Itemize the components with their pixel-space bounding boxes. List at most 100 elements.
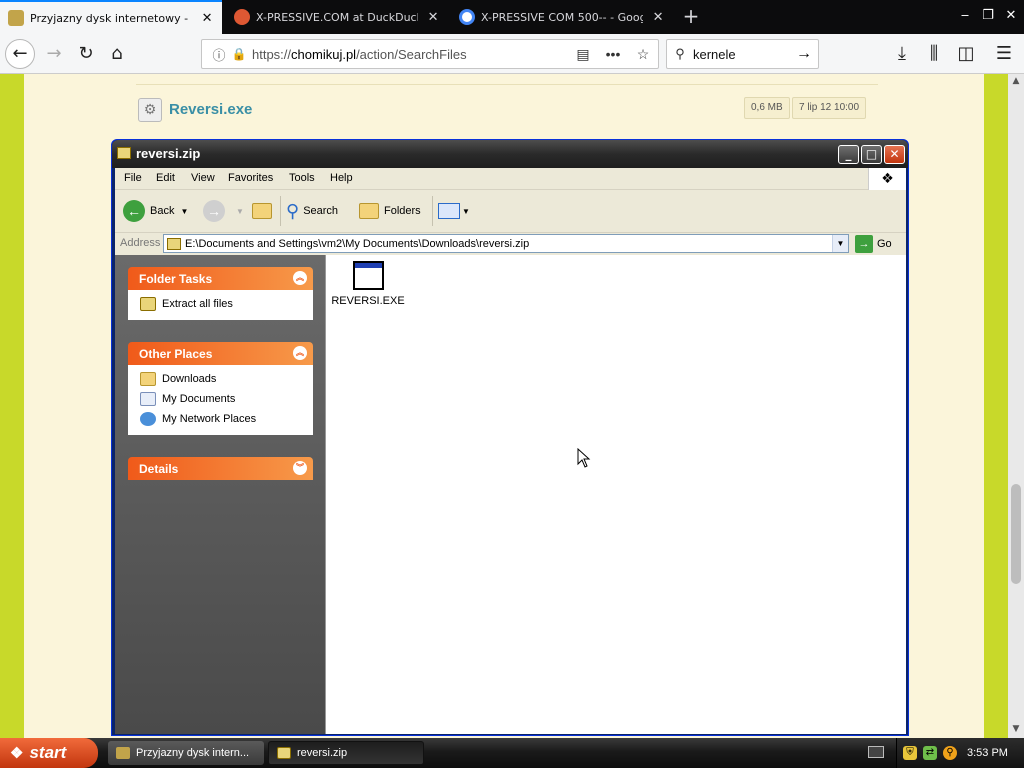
network-icon[interactable]: ⇄ bbox=[923, 746, 937, 760]
info-icon[interactable]: ⓘ bbox=[208, 45, 230, 64]
dropdown-arrow-icon: ▼ bbox=[462, 206, 470, 216]
forward-button[interactable]: → bbox=[40, 40, 68, 68]
dropdown-arrow-icon[interactable]: ▼ bbox=[236, 207, 244, 216]
duckduckgo-favicon-icon bbox=[234, 9, 250, 25]
explorer-title-bar[interactable]: reversi.zip _ □ ✕ bbox=[112, 140, 908, 168]
home-button[interactable]: ⌂ bbox=[103, 40, 131, 68]
google-favicon-icon bbox=[459, 9, 475, 25]
windows-logo-icon: ❖ bbox=[868, 168, 906, 190]
browser-tab-bar: Przyjazny dysk internetowy - Chomikuj.pl… bbox=[0, 0, 1024, 34]
search-button[interactable]: ⚲ Search bbox=[286, 198, 338, 224]
documents-icon bbox=[140, 392, 156, 406]
chomikuj-favicon-icon bbox=[8, 10, 24, 26]
bookmark-star-icon[interactable]: ☆ bbox=[628, 46, 658, 63]
forward-button[interactable]: → ▼ bbox=[203, 198, 244, 224]
toolbar-separator bbox=[432, 196, 433, 226]
maximize-button[interactable]: □ bbox=[861, 145, 882, 164]
other-places-header[interactable]: Other Places ︽ bbox=[128, 342, 313, 365]
scroll-down-icon[interactable]: ▼ bbox=[1008, 724, 1024, 734]
search-input[interactable]: kernele bbox=[693, 47, 790, 62]
address-field[interactable]: E:\Documents and Settings\vm2\My Documen… bbox=[163, 234, 849, 253]
forward-arrow-icon: → bbox=[203, 200, 225, 222]
downloads-link[interactable]: Downloads bbox=[128, 369, 313, 389]
keyboard-icon[interactable] bbox=[868, 746, 884, 758]
extract-all-files-link[interactable]: Extract all files bbox=[128, 294, 313, 314]
search-tray-icon[interactable]: ⚲ bbox=[943, 746, 957, 760]
network-globe-icon bbox=[140, 412, 156, 426]
menu-view[interactable]: View bbox=[191, 172, 215, 184]
search-bar[interactable]: ⚲ kernele → bbox=[666, 39, 819, 69]
security-shield-icon[interactable]: ⛨ bbox=[903, 746, 917, 760]
menu-tools[interactable]: Tools bbox=[289, 172, 315, 184]
menu-icon[interactable]: ☰ bbox=[990, 40, 1018, 68]
sidebar-icon[interactable]: ◫ bbox=[952, 40, 980, 68]
collapse-chevron-icon[interactable]: ︽ bbox=[293, 271, 307, 285]
browser-app-icon bbox=[116, 747, 130, 759]
file-item-reversi-exe[interactable]: REVERSI.EXE bbox=[330, 261, 406, 307]
browser-tab-duckduckgo[interactable]: X-PRESSIVE.COM at DuckDuckGo ✕ bbox=[226, 0, 448, 34]
menu-file[interactable]: File bbox=[124, 172, 142, 184]
windows-flag-icon: ❖ bbox=[10, 745, 24, 762]
reader-view-icon[interactable]: ▤ bbox=[568, 46, 598, 63]
search-go-icon[interactable]: → bbox=[790, 45, 818, 63]
menu-favorites[interactable]: Favorites bbox=[228, 172, 273, 184]
folder-icon bbox=[140, 372, 156, 386]
minimize-button[interactable]: _ bbox=[838, 145, 859, 164]
go-arrow-icon: → bbox=[855, 234, 873, 253]
my-network-places-link[interactable]: My Network Places bbox=[128, 409, 313, 429]
new-tab-button[interactable]: + bbox=[680, 5, 702, 27]
reload-button[interactable]: ↻ bbox=[72, 40, 100, 68]
close-button[interactable]: ✕ bbox=[884, 145, 905, 164]
restore-window-button[interactable]: ❐ bbox=[977, 4, 999, 28]
page-actions-icon[interactable]: ••• bbox=[598, 46, 628, 62]
lock-icon[interactable]: 🔒 bbox=[230, 47, 248, 61]
browser-tab-google[interactable]: X-PRESSIVE COM 500-- - Google Search ✕ bbox=[451, 0, 673, 34]
dropdown-arrow-icon[interactable]: ▼ bbox=[180, 207, 188, 216]
file-date-badge: 7 lip 12 10:00 bbox=[792, 97, 867, 119]
browser-tab-chomikuj[interactable]: Przyjazny dysk internetowy - Chomikuj.pl… bbox=[0, 0, 222, 34]
folder-tasks-pane: Folder Tasks ︽ Extract all files bbox=[128, 267, 313, 320]
back-button[interactable]: ← bbox=[5, 39, 35, 69]
folder-tasks-header[interactable]: Folder Tasks ︽ bbox=[128, 267, 313, 290]
library-icon[interactable]: ⫼ bbox=[920, 40, 948, 68]
go-button[interactable]: → Go bbox=[855, 234, 892, 253]
expand-chevron-icon[interactable]: ︾ bbox=[293, 461, 307, 475]
close-window-button[interactable]: ✕ bbox=[1000, 4, 1022, 28]
url-bar[interactable]: ⓘ 🔒 https://chomikuj.pl/action/SearchFil… bbox=[201, 39, 659, 69]
collapse-chevron-icon[interactable]: ︽ bbox=[293, 346, 307, 360]
explorer-toolbar: ← Back ▼ → ▼ ⚲ Search Folders ▼ bbox=[115, 190, 906, 233]
menu-help[interactable]: Help bbox=[330, 172, 353, 184]
downloads-icon[interactable]: ⤓ bbox=[888, 40, 916, 68]
task-sidebar: Folder Tasks ︽ Extract all files Other P… bbox=[115, 255, 325, 734]
views-button[interactable]: ▼ bbox=[438, 198, 470, 224]
file-size-badge: 0,6 MB bbox=[744, 97, 790, 119]
minimize-window-button[interactable]: ‒ bbox=[954, 4, 976, 28]
file-result-title[interactable]: Reversi.exe bbox=[169, 101, 252, 118]
back-arrow-icon: ← bbox=[123, 200, 145, 222]
other-places-pane: Other Places ︽ Downloads My Documents My… bbox=[128, 342, 313, 435]
scroll-up-icon[interactable]: ▲ bbox=[1008, 76, 1024, 86]
close-tab-icon[interactable]: ✕ bbox=[426, 10, 440, 25]
up-folder-icon bbox=[252, 203, 272, 219]
up-folder-button[interactable] bbox=[252, 198, 277, 224]
system-tray: ⛨ ⇄ ⚲ 3:53 PM bbox=[896, 738, 1024, 768]
back-button[interactable]: ← Back ▼ bbox=[123, 198, 188, 224]
details-pane: Details ︾ bbox=[128, 457, 313, 480]
scrollbar-thumb[interactable] bbox=[1011, 484, 1021, 584]
zip-folder-icon bbox=[277, 747, 291, 759]
page-scrollbar[interactable]: ▲ ▼ bbox=[1008, 74, 1024, 738]
start-button[interactable]: ❖ start bbox=[0, 738, 98, 768]
taskbar-button-reversi-zip[interactable]: reversi.zip bbox=[268, 741, 424, 765]
folders-button[interactable]: Folders bbox=[359, 198, 421, 224]
taskbar-button-firefox[interactable]: Przyjazny dysk intern... bbox=[108, 741, 264, 765]
zip-folder-icon bbox=[167, 237, 181, 250]
address-dropdown-icon[interactable]: ▼ bbox=[832, 235, 848, 252]
my-documents-link[interactable]: My Documents bbox=[128, 389, 313, 409]
zip-folder-icon bbox=[117, 147, 131, 159]
close-tab-icon[interactable]: ✕ bbox=[200, 11, 214, 26]
menu-bar: File Edit View Favorites Tools Help ❖ bbox=[115, 168, 906, 190]
menu-edit[interactable]: Edit bbox=[156, 172, 175, 184]
close-tab-icon[interactable]: ✕ bbox=[651, 10, 665, 25]
details-header[interactable]: Details ︾ bbox=[128, 457, 313, 480]
url-text[interactable]: https://chomikuj.pl/action/SearchFiles bbox=[252, 47, 568, 62]
